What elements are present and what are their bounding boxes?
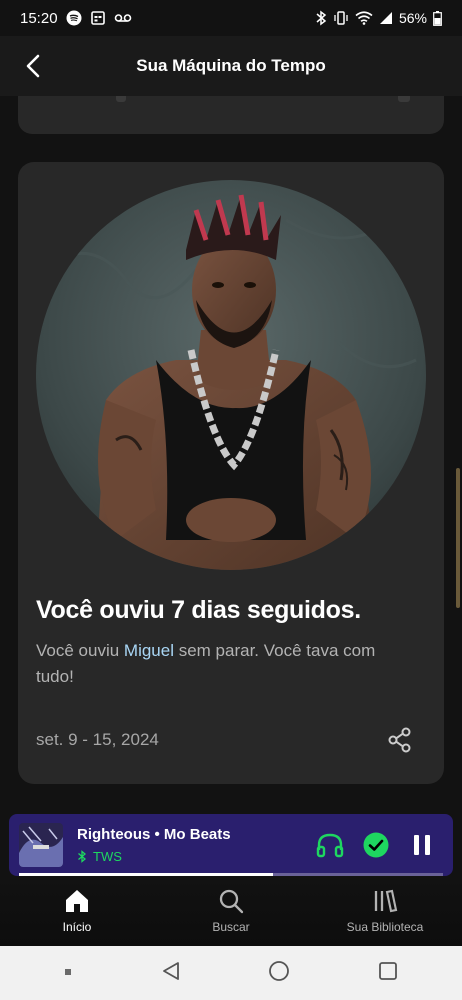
scrollbar[interactable]: [456, 468, 460, 608]
track-title[interactable]: Righteous • Mo Beats: [77, 826, 231, 843]
spotify-notification-icon: [66, 10, 82, 26]
connected-device[interactable]: TWS: [77, 849, 122, 864]
battery-icon: [433, 10, 442, 26]
status-time: 15:20: [20, 9, 58, 27]
bluetooth-icon: [315, 10, 327, 26]
triangle-back-icon: [162, 961, 179, 980]
desc-prefix: Você ouviu: [36, 641, 124, 660]
streak-card: Você ouviu 7 dias seguidos. Você ouviu M…: [18, 162, 444, 784]
connect-device-button[interactable]: [315, 830, 345, 860]
search-icon: [219, 889, 244, 914]
headphones-icon: [316, 833, 344, 858]
check-circle-icon: [363, 832, 389, 858]
nav-search[interactable]: Buscar: [154, 876, 308, 946]
wifi-icon: [355, 11, 373, 25]
system-back-button[interactable]: [160, 960, 182, 987]
status-bar: 15:20 56%: [0, 0, 462, 36]
page-title: Sua Máquina do Tempo: [136, 56, 326, 75]
now-playing-bar[interactable]: Righteous • Mo Beats TWS: [9, 814, 453, 876]
nav-home[interactable]: Início: [0, 876, 154, 946]
album-art: [19, 823, 63, 867]
library-icon: [374, 889, 398, 913]
circle-home-icon: [269, 960, 290, 981]
nav-home-label: Início: [62, 920, 92, 934]
calendar-notification-icon: [90, 10, 106, 26]
chevron-left-icon: [26, 54, 40, 78]
system-navigation-bar: [0, 946, 462, 1000]
streak-description: Você ouviu Miguel sem parar. Você tava c…: [36, 638, 416, 690]
back-button[interactable]: [18, 50, 50, 82]
share-icon: [388, 727, 411, 753]
pause-button[interactable]: [407, 830, 437, 860]
pause-icon: [414, 835, 430, 855]
nav-library[interactable]: Sua Biblioteca: [308, 876, 462, 946]
voicemail-icon: [114, 12, 132, 24]
system-overview-button[interactable]: [377, 960, 399, 987]
bluetooth-icon: [78, 850, 87, 863]
previous-card: [18, 96, 444, 134]
bottom-navigation: Início Buscar Sua Biblioteca: [0, 876, 462, 946]
nav-search-label: Buscar: [212, 920, 250, 934]
vibrate-icon: [333, 10, 349, 26]
recent-apps-button[interactable]: [63, 964, 73, 982]
saved-button[interactable]: [361, 830, 391, 860]
home-icon: [66, 890, 88, 912]
signal-icon: [379, 11, 393, 25]
device-name: TWS: [93, 849, 122, 864]
system-home-button[interactable]: [268, 960, 290, 987]
battery-percent: 56%: [398, 10, 427, 26]
app-header: Sua Máquina do Tempo: [0, 36, 462, 96]
streak-title: Você ouviu 7 dias seguidos.: [36, 596, 361, 624]
nav-library-label: Sua Biblioteca: [346, 920, 424, 934]
artist-link[interactable]: Miguel: [124, 641, 174, 660]
square-overview-icon: [378, 961, 397, 980]
date-range: set. 9 - 15, 2024: [36, 730, 159, 749]
share-button[interactable]: [386, 726, 414, 754]
recent-dot-icon: [65, 969, 72, 975]
artist-photo: [36, 180, 426, 570]
